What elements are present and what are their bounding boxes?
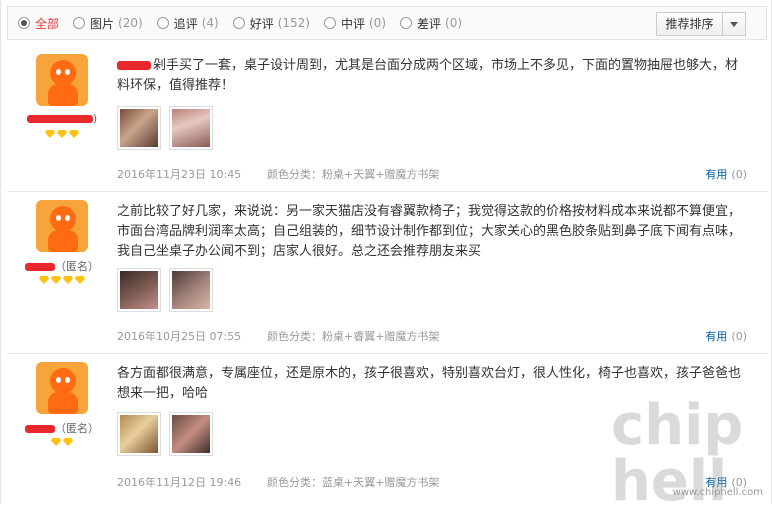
filter-count: (152) [277,16,310,30]
radio-icon[interactable] [18,17,30,29]
reviewer-info: ) [17,54,107,138]
review-text: 之前比较了好几家，来说说：另一家天猫店没有睿翼款椅子；我觉得这款的价格按材料成本… [117,204,742,259]
review-date: 2016年11月23日 10:45 [117,168,242,181]
review-photo[interactable] [117,106,161,150]
avatar[interactable] [36,54,88,106]
sort-dropdown[interactable]: 推荐排序 [656,12,746,36]
sort-label: 推荐排序 [657,13,723,35]
filter-all[interactable]: 全部 [18,15,59,32]
diamond-icon [51,276,61,284]
useful-button[interactable]: 有用 [705,168,727,181]
redacted-name [25,263,55,271]
review-filter-bar: 全部 图片 (20) 追评 (4) 好评 (152) 中评 (0) 差评 (0) [7,6,767,40]
diamond-icon [69,130,79,138]
filter-followup[interactable]: 追评 (4) [156,15,219,32]
redacted-name [25,425,55,433]
review-date: 2016年10月25日 07:55 [117,330,242,343]
filter-neutral[interactable]: 中评 (0) [323,15,386,32]
reviewer-level [17,276,107,284]
review-date: 2016年11月12日 19:46 [117,476,242,489]
filter-label: 差评 [417,16,442,31]
review-photo[interactable] [117,412,161,456]
review-panel: 全部 图片 (20) 追评 (4) 好评 (152) 中评 (0) 差评 (0) [0,0,772,510]
review-photos [117,268,213,312]
reviewer-level [17,130,107,138]
diamond-icon [45,130,55,138]
diamond-icon [75,276,85,284]
review-photo[interactable] [117,268,161,312]
review-item: ) 剁手买了一套，桌子设计周到，尤其是台面分成两个区域，市场上不多见，下面的置物… [7,46,767,192]
filter-label: 中评 [340,16,365,31]
reviewer-info: （匿名） [17,200,107,284]
filter-negative[interactable]: 差评 (0) [400,15,462,32]
sku-info: 颜色分类：粉桌+睿翼+赠魔方书架 [267,330,440,343]
reviewer-level [17,438,107,446]
review-photo[interactable] [169,106,213,150]
watermark-logo: chip hell [611,398,761,510]
review-photos [117,412,213,456]
radio-icon[interactable] [400,17,412,29]
useful-count: (0) [731,330,747,343]
review-meta: 2016年11月23日 10:45 颜色分类：粉桌+天翼+赠魔方书架 有用 (0) [117,166,757,182]
reviewer-info: （匿名） [17,362,107,446]
useful-vote: 有用 (0) [705,166,747,182]
review-photos [117,106,213,150]
watermark-site: www.chiphell.com [672,487,763,498]
review-photo[interactable] [169,412,213,456]
filter-label: 好评 [249,16,274,31]
diamond-icon [63,276,73,284]
review-text: 剁手买了一套，桌子设计周到，尤其是台面分成两个区域，市场上不多见，下面的置物抽屉… [117,58,739,93]
diamond-icon [39,276,49,284]
sku-info: 颜色分类：粉桌+天翼+赠魔方书架 [267,168,440,181]
radio-icon[interactable] [73,17,86,29]
reviewer-name: （匿名） [17,420,107,435]
chevron-down-icon[interactable] [723,21,745,27]
avatar[interactable] [36,200,88,252]
filter-positive[interactable]: 好评 (152) [232,15,310,32]
useful-vote: 有用 (0) [705,328,747,344]
review-meta: 2016年10月25日 07:55 颜色分类：粉桌+睿翼+赠魔方书架 有用 (0) [117,328,757,344]
radio-icon[interactable] [156,17,169,29]
diamond-icon [63,438,73,446]
reviewer-name: ) [17,112,107,126]
filter-count: (20) [118,16,143,30]
useful-button[interactable]: 有用 [705,330,727,343]
filter-count: (0) [445,16,463,30]
diamond-icon [57,130,67,138]
avatar[interactable] [36,362,88,414]
useful-count: (0) [731,168,747,181]
filter-photos[interactable]: 图片 (20) [73,15,143,32]
review-item: （匿名） 之前比较了好几家，来说说：另一家天猫店没有睿翼款椅子；我觉得这款的价格… [7,192,767,354]
filter-count: (0) [369,16,386,30]
redacted-name [26,115,93,123]
filter-count: (4) [201,16,219,30]
redacted-text [117,61,151,70]
filter-label: 全部 [35,16,60,31]
reviewer-name: （匿名） [17,258,107,273]
radio-icon[interactable] [232,17,245,29]
review-photo[interactable] [169,268,213,312]
diamond-icon [51,438,61,446]
filter-label: 追评 [173,16,198,31]
filter-label: 图片 [90,16,115,31]
radio-icon[interactable] [323,17,336,29]
